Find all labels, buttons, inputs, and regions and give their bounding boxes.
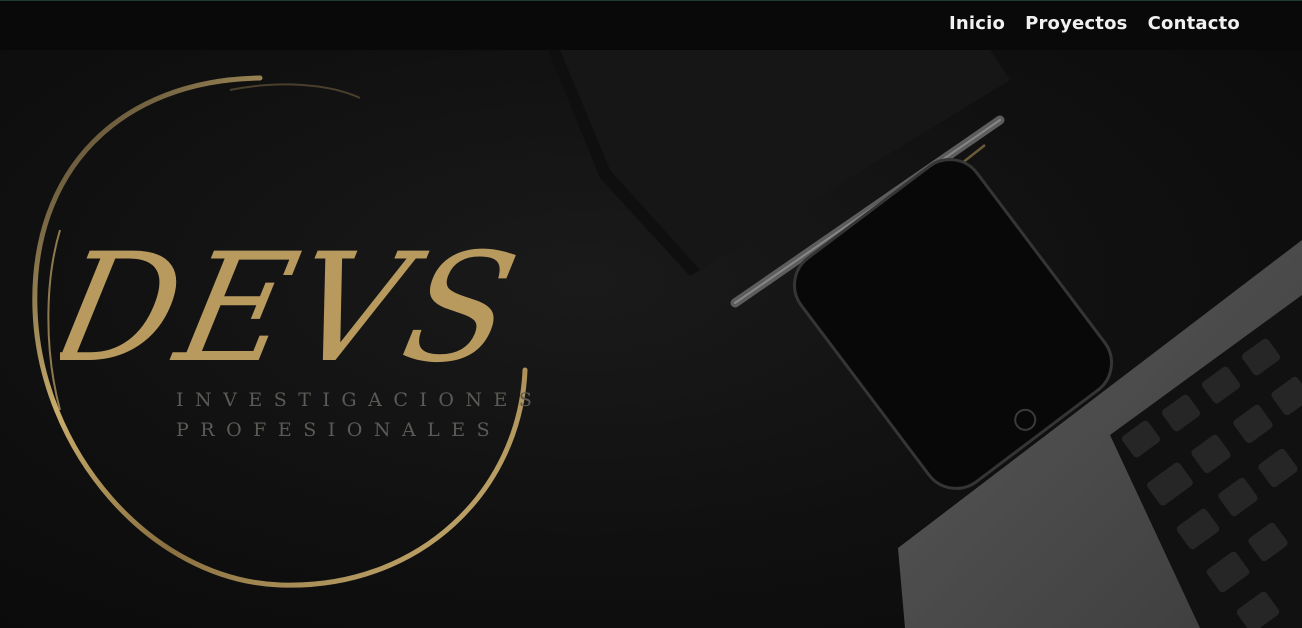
nav-link-contacto[interactable]: Contacto xyxy=(1148,13,1240,34)
logo-monogram: DEVS xyxy=(60,221,534,396)
nav-links: Inicio Proyectos Contacto xyxy=(949,13,1240,34)
logo-tagline-line2: PROFESIONALES xyxy=(176,419,502,441)
logo-tagline-line1: INVESTIGACIONES xyxy=(176,389,544,411)
nav-link-inicio[interactable]: Inicio xyxy=(949,13,1005,34)
logo-monogram-text: DEVS xyxy=(60,221,534,396)
hero-banner: DEVS INVESTIGACIONES PROFESIONALES xyxy=(0,50,1302,628)
top-navbar: Inicio Proyectos Contacto xyxy=(0,0,1302,50)
nav-link-proyectos[interactable]: Proyectos xyxy=(1025,13,1128,34)
